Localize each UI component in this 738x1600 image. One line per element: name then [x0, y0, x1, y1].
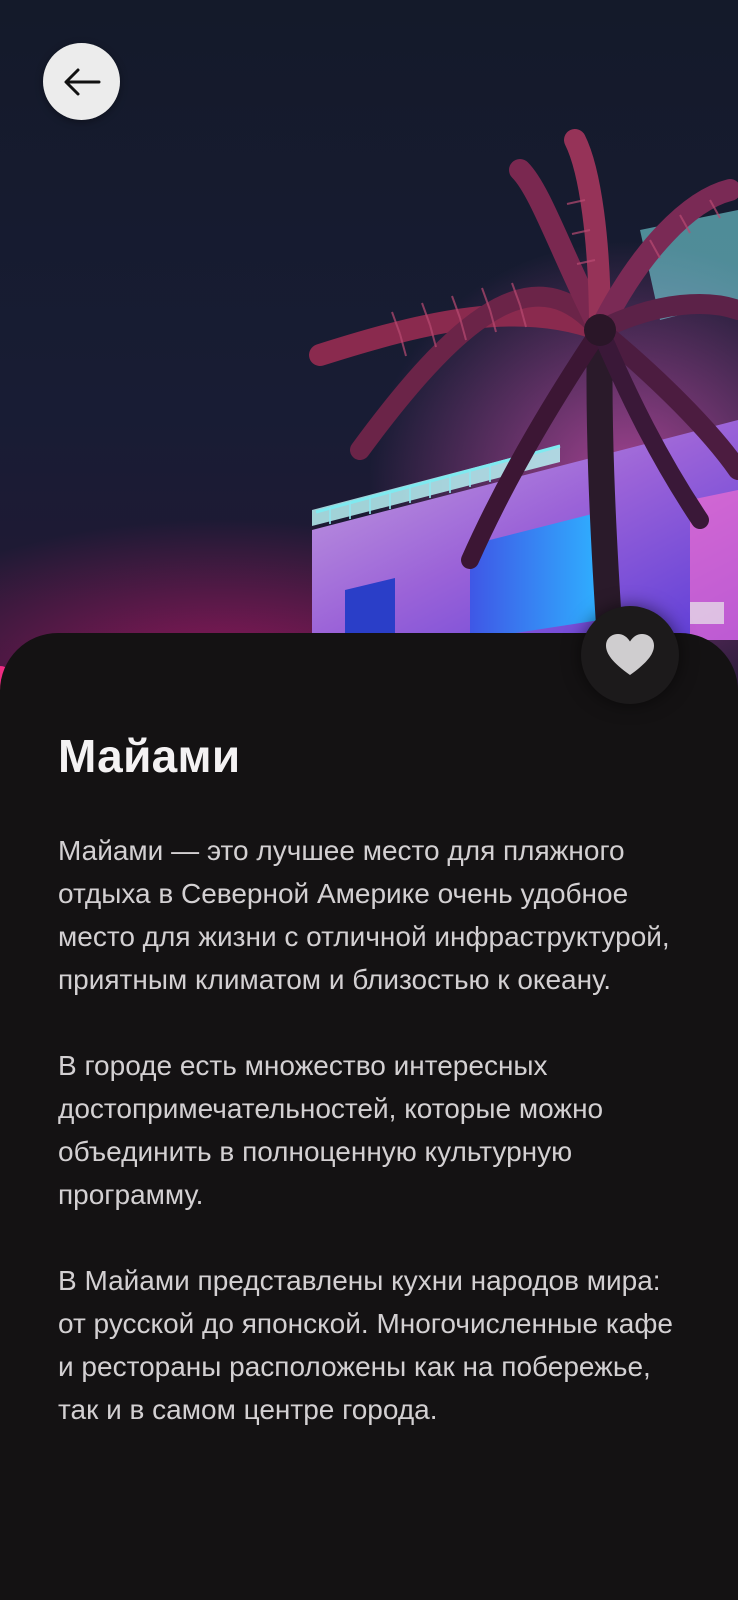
arrow-left-icon — [64, 68, 100, 95]
city-detail-screen: Майами Майами — это лучшее место для пля… — [0, 0, 738, 1600]
city-title: Майами — [58, 730, 241, 782]
favorite-button[interactable] — [581, 606, 679, 704]
heart-icon — [606, 634, 654, 675]
back-button[interactable] — [43, 43, 120, 120]
description-paragraph: Майами — это лучшее место для пляж­ного … — [58, 835, 670, 995]
description-paragraph: В городе есть множество интересных досто… — [58, 1050, 604, 1210]
description-paragraph: В Майами представлены кухни народов мира… — [58, 1265, 673, 1425]
city-description: Майами — это лучшее место для пляж­ного … — [58, 829, 688, 1474]
